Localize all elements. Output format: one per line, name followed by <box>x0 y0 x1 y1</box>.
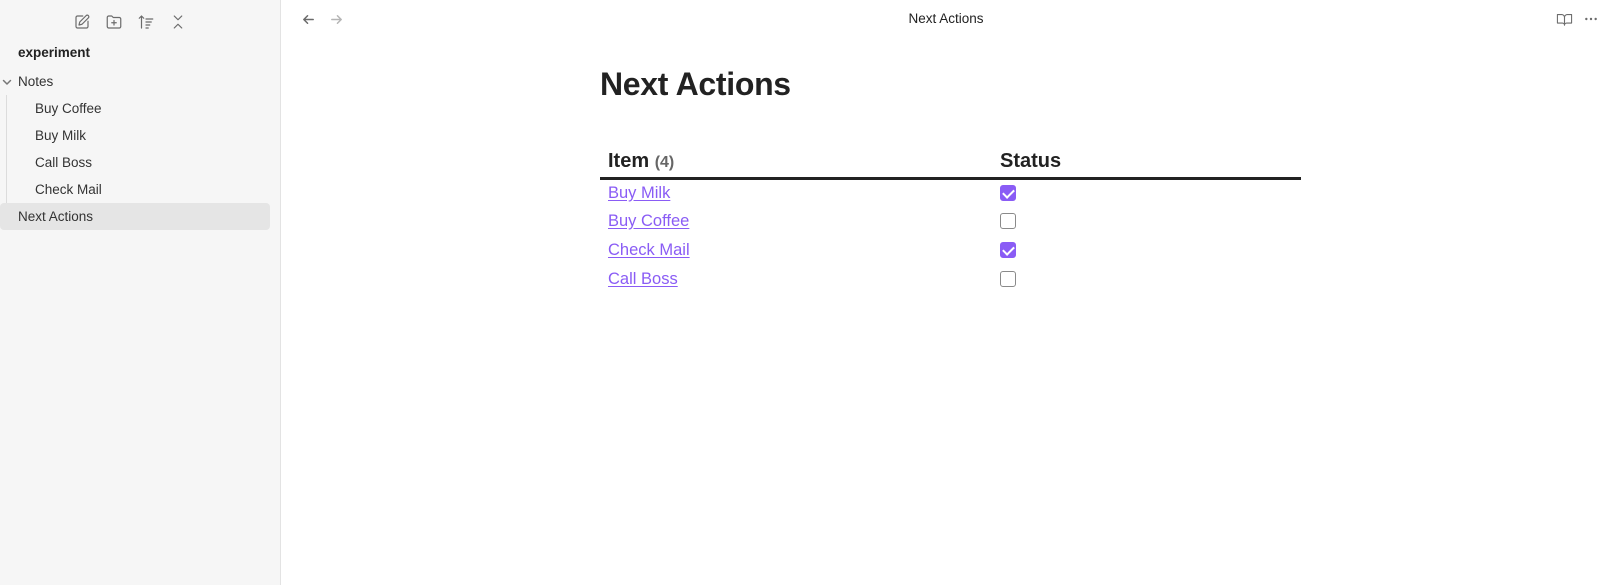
more-horizontal-icon <box>1585 17 1597 21</box>
folder-children: Buy Coffee Buy Milk Call Boss Check Mail <box>0 95 281 203</box>
status-checkbox[interactable] <box>1000 271 1016 288</box>
sort-button[interactable] <box>134 10 158 34</box>
status-checkbox[interactable] <box>1000 185 1016 202</box>
result-count: (4) <box>654 153 675 171</box>
note-link[interactable]: Buy Coffee <box>608 212 689 230</box>
new-note-button[interactable] <box>70 10 94 34</box>
table-row: Check Mail <box>600 236 1301 265</box>
file-buy-coffee[interactable]: Buy Coffee <box>0 95 281 122</box>
column-header-item: Item (4) <box>600 143 992 180</box>
note-title[interactable]: Next Actions <box>600 66 791 103</box>
new-folder-button[interactable] <box>102 10 126 34</box>
file-explorer-sidebar: experiment Notes Buy Coffee Buy Milk Cal… <box>0 0 281 585</box>
column-header-item-label: Item <box>608 149 650 172</box>
more-options-button[interactable] <box>1580 9 1602 29</box>
table-header-row: Item (4) Status <box>600 143 1301 180</box>
note-link[interactable]: Buy Milk <box>608 184 670 202</box>
reading-view-button[interactable] <box>1553 9 1575 29</box>
table-row: Buy Coffee <box>600 207 1301 236</box>
table-row: Call Boss <box>600 265 1301 294</box>
chevron-down-icon <box>1 75 13 87</box>
new-note-icon <box>75 14 90 29</box>
file-call-boss[interactable]: Call Boss <box>0 149 281 176</box>
table-row: Buy Milk <box>600 178 1301 207</box>
file-check-mail[interactable]: Check Mail <box>0 176 281 203</box>
book-open-icon <box>1556 13 1572 26</box>
folder-notes[interactable]: Notes <box>0 68 281 95</box>
note-link[interactable]: Check Mail <box>608 241 690 259</box>
dataview-table: Item (4) Status Buy Milk Buy Coffee Chec… <box>600 143 1301 294</box>
file-explorer-toolbar <box>70 10 190 34</box>
collapse-all-icon <box>173 15 183 29</box>
note-link[interactable]: Call Boss <box>608 270 678 288</box>
collapse-all-button[interactable] <box>166 10 190 34</box>
folder-label: Notes <box>18 74 54 89</box>
file-buy-milk[interactable]: Buy Milk <box>0 122 281 149</box>
new-folder-icon <box>106 15 122 29</box>
vault-name[interactable]: experiment <box>18 45 90 60</box>
status-checkbox[interactable] <box>1000 213 1016 230</box>
editor-pane: Next Actions Next Actions Item (4) Statu… <box>282 0 1610 585</box>
status-checkbox[interactable] <box>1000 242 1016 259</box>
file-next-actions[interactable]: Next Actions <box>0 203 270 230</box>
column-header-status: Status <box>992 143 1301 180</box>
file-tree: Notes Buy Coffee Buy Milk Call Boss Chec… <box>0 68 281 230</box>
view-header-title[interactable]: Next Actions <box>282 11 1610 26</box>
sort-icon <box>138 15 154 29</box>
